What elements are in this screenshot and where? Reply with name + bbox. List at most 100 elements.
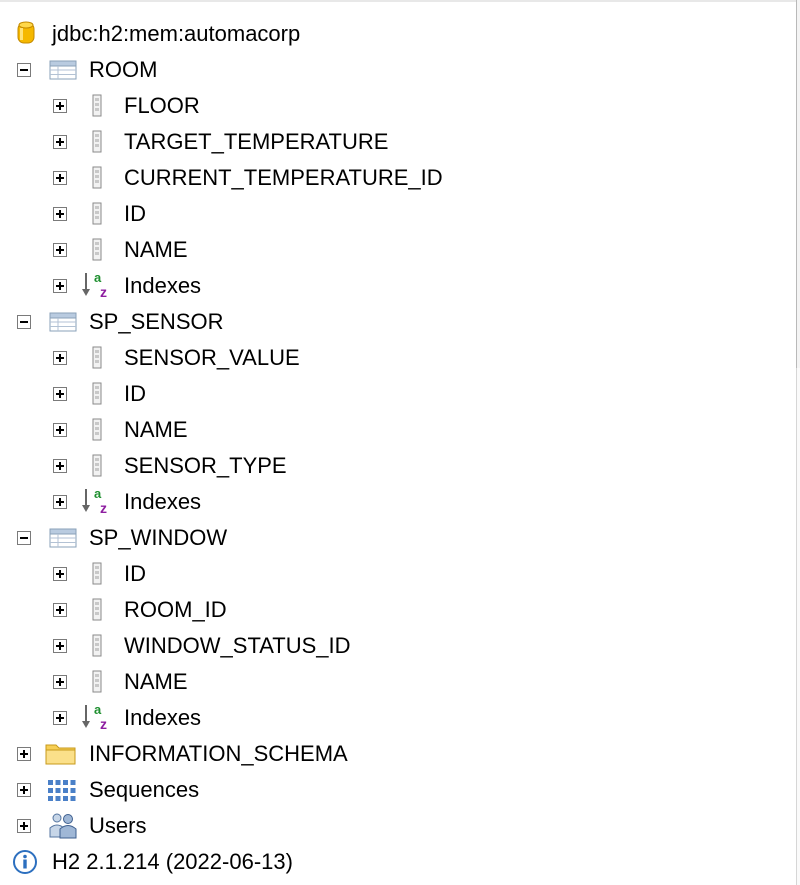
version-node[interactable]: H2 2.1.214 (2022-06-13): [0, 844, 790, 880]
collapse-icon[interactable]: [17, 63, 31, 77]
table-name: SP_WINDOW: [89, 525, 228, 550]
users-icon: [49, 813, 77, 839]
table-icon: [49, 528, 77, 548]
expand-icon[interactable]: [53, 243, 67, 257]
table-name: ROOM: [89, 57, 158, 82]
svg-text:z: z: [100, 716, 107, 730]
info-icon: [12, 849, 38, 881]
column-icon: [92, 454, 102, 477]
column-icon: [92, 670, 102, 693]
column-icon: [91, 380, 103, 412]
column-icon: [91, 128, 103, 160]
indexes-label: Indexes: [124, 489, 202, 514]
expand-icon[interactable]: [53, 711, 67, 725]
sort-az-icon: az: [80, 702, 116, 736]
expand-icon[interactable]: [53, 675, 67, 689]
collapse-icon[interactable]: [17, 315, 31, 329]
column-name: ROOM_ID: [124, 597, 227, 622]
connection-node[interactable]: jdbc:h2:mem:automacorp: [0, 16, 790, 52]
table-name: SP_SENSOR: [89, 309, 224, 334]
expand-icon[interactable]: [53, 603, 67, 617]
database-icon: [17, 20, 35, 52]
table-icon: [49, 60, 77, 80]
table-icon: [49, 312, 77, 332]
table-node[interactable]: SP_WINDOW: [0, 520, 790, 556]
sort-az-icon: az: [82, 702, 107, 732]
svg-text:z: z: [100, 284, 107, 298]
column-icon: [91, 92, 103, 124]
expand-icon[interactable]: [53, 387, 67, 401]
sequences-node[interactable]: Sequences: [0, 772, 790, 808]
sort-az-icon: az: [80, 486, 116, 520]
column-icon: [91, 200, 103, 232]
expand-icon[interactable]: [53, 279, 67, 293]
column-node[interactable]: ID: [0, 556, 790, 592]
column-icon: [91, 344, 103, 376]
column-name: NAME: [124, 669, 188, 694]
column-node[interactable]: ID: [0, 376, 790, 412]
expand-icon[interactable]: [53, 171, 67, 185]
connection-label: jdbc:h2:mem:automacorp: [52, 21, 301, 46]
sort-az-icon: az: [82, 486, 107, 516]
table-icon: [49, 59, 77, 87]
column-icon: [92, 598, 102, 621]
column-node[interactable]: WINDOW_STATUS_ID: [0, 628, 790, 664]
table-node[interactable]: SP_SENSOR: [0, 304, 790, 340]
expand-icon[interactable]: [53, 207, 67, 221]
expand-icon[interactable]: [53, 135, 67, 149]
expand-icon[interactable]: [17, 747, 31, 761]
expand-icon[interactable]: [53, 459, 67, 473]
indexes-node[interactable]: a z Indexes: [0, 700, 790, 736]
column-node[interactable]: NAME: [0, 412, 790, 448]
column-node[interactable]: NAME: [0, 664, 790, 700]
schema-node[interactable]: INFORMATION_SCHEMA: [0, 736, 790, 772]
collapse-icon[interactable]: [17, 531, 31, 545]
sort-az-icon: az: [82, 270, 107, 300]
table-icon: [49, 311, 77, 339]
column-icon: [91, 596, 103, 628]
expand-icon[interactable]: [53, 495, 67, 509]
column-node[interactable]: TARGET_TEMPERATURE: [0, 124, 790, 160]
expand-icon[interactable]: [53, 639, 67, 653]
column-name: FLOOR: [124, 93, 200, 118]
column-icon: [91, 416, 103, 448]
expand-icon[interactable]: [53, 99, 67, 113]
indexes-label: Indexes: [124, 705, 202, 730]
indexes-node[interactable]: a z Indexes: [0, 268, 790, 304]
column-icon: [92, 94, 102, 117]
indexes-node[interactable]: a z Indexes: [0, 484, 790, 520]
table-node[interactable]: ROOM: [0, 52, 790, 88]
svg-text:a: a: [94, 270, 102, 285]
users-node[interactable]: Users: [0, 808, 790, 844]
column-name: CURRENT_TEMPERATURE_ID: [124, 165, 443, 190]
column-node[interactable]: SENSOR_TYPE: [0, 448, 790, 484]
expand-icon[interactable]: [17, 783, 31, 797]
frame-right-border: [796, 368, 800, 885]
column-name: ID: [124, 561, 146, 586]
expand-icon[interactable]: [53, 423, 67, 437]
column-name: TARGET_TEMPERATURE: [124, 129, 389, 154]
column-node[interactable]: CURRENT_TEMPERATURE_ID: [0, 160, 790, 196]
column-node[interactable]: ID: [0, 196, 790, 232]
column-icon: [92, 130, 102, 153]
column-node[interactable]: NAME: [0, 232, 790, 268]
expand-icon[interactable]: [53, 351, 67, 365]
column-node[interactable]: SENSOR_VALUE: [0, 340, 790, 376]
column-name: SENSOR_TYPE: [124, 453, 287, 478]
column-icon: [91, 452, 103, 484]
sequences-icon: [48, 780, 76, 801]
vertical-scrollbar[interactable]: [796, 0, 800, 368]
column-icon: [92, 346, 102, 369]
expand-icon[interactable]: [17, 819, 31, 833]
column-name: NAME: [124, 417, 188, 442]
svg-text:z: z: [100, 500, 107, 514]
column-icon: [92, 166, 102, 189]
info-icon: [13, 850, 37, 874]
column-icon: [91, 560, 103, 592]
column-name: WINDOW_STATUS_ID: [124, 633, 351, 658]
column-node[interactable]: FLOOR: [0, 88, 790, 124]
column-icon: [91, 236, 103, 268]
column-name: ID: [124, 381, 146, 406]
expand-icon[interactable]: [53, 567, 67, 581]
column-node[interactable]: ROOM_ID: [0, 592, 790, 628]
